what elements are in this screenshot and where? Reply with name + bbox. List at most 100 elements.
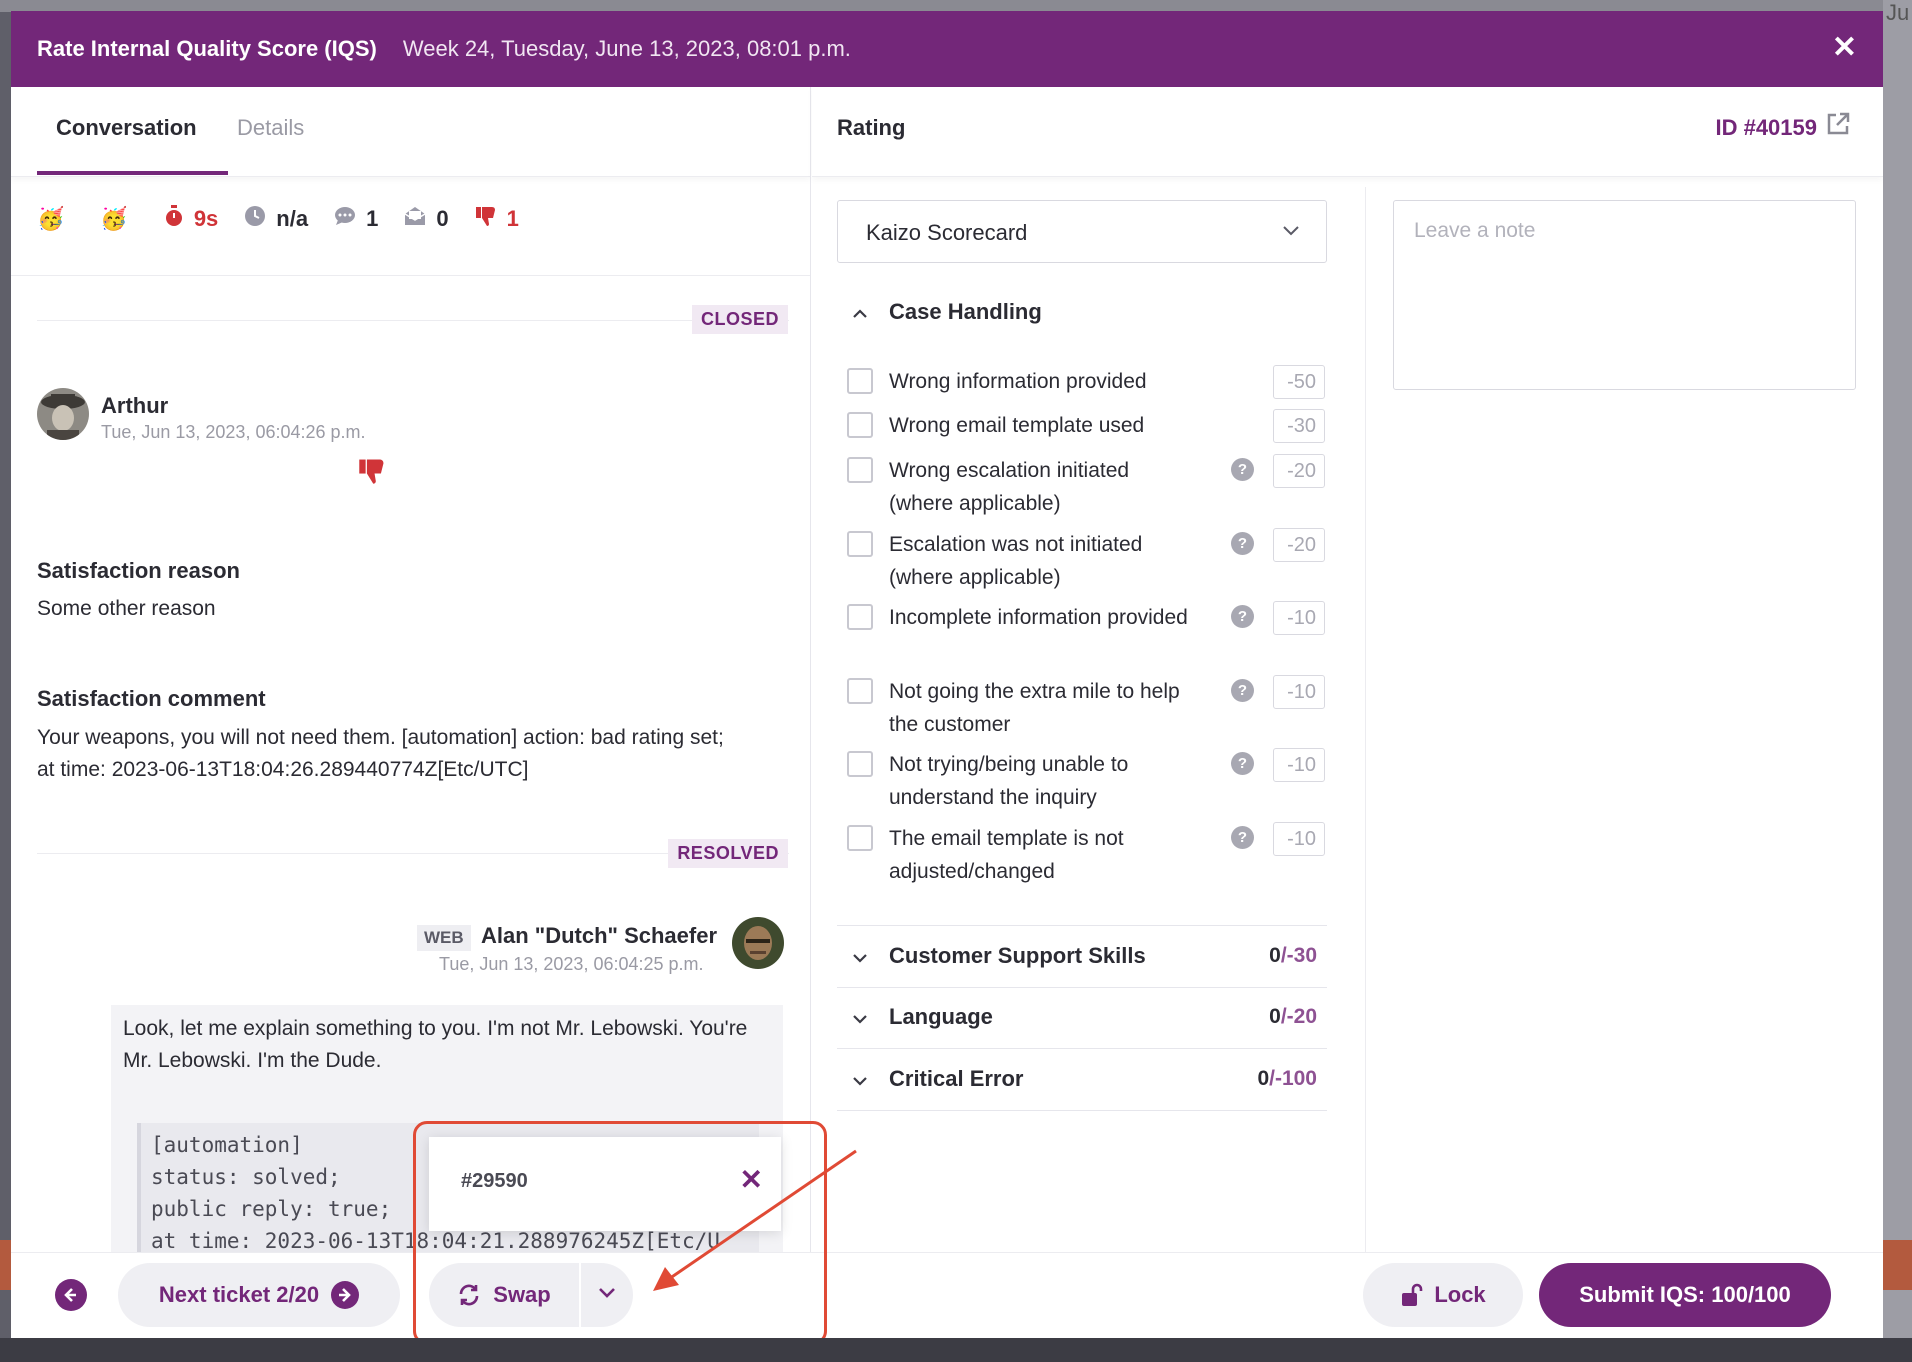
unlock-icon (1400, 1283, 1424, 1307)
category-score: 0/-100 (1257, 1067, 1317, 1091)
stopwatch-icon (164, 205, 184, 233)
category-critical-error[interactable]: Critical Error 0/-100 (837, 1050, 1327, 1110)
stat-comments: 1 (334, 206, 378, 232)
message-text: Look, let me explain something to you. I… (123, 1017, 748, 1072)
category-case-handling[interactable]: Case Handling (837, 283, 1327, 343)
close-icon[interactable]: ✕ (740, 1163, 763, 1196)
tab-details[interactable]: Details (237, 115, 304, 141)
modal-title: Rate Internal Quality Score (IQS) (37, 36, 377, 61)
category-customer-support-skills[interactable]: Customer Support Skills 0/-30 (837, 927, 1327, 987)
swap-ticket-id[interactable]: #29590 (461, 1170, 528, 1193)
thumbs-down-icon (475, 205, 497, 233)
category-score: 0/-30 (1269, 944, 1317, 968)
modal-header: Rate Internal Quality Score (IQS) Week 2… (11, 11, 1883, 87)
category-label: Customer Support Skills (889, 943, 1146, 968)
chevron-down-icon (596, 1281, 618, 1309)
scorecard-select[interactable]: Kaizo Scorecard (837, 200, 1327, 263)
note-input[interactable] (1393, 200, 1856, 390)
satisfaction-comment-title: Satisfaction comment (37, 686, 266, 711)
chevron-down-icon (851, 1010, 869, 1028)
status-badge-resolved: RESOLVED (668, 839, 788, 868)
criterion-checkbox[interactable] (847, 825, 873, 851)
chevron-down-icon (851, 949, 869, 967)
avatar-arthur (37, 388, 89, 440)
stat-thumbs-down: 1 (475, 205, 519, 233)
divider (837, 1110, 1327, 1111)
criterion-points: -50 (1273, 365, 1325, 399)
category-language[interactable]: Language 0/-20 (837, 988, 1327, 1048)
stat-emoji: 🥳 (37, 206, 74, 232)
satisfaction-comment-text: Your weapons, you will not need them. [a… (37, 726, 724, 781)
status-badge-closed: CLOSED (691, 305, 788, 334)
stat-clock: n/a (244, 205, 308, 233)
category-score-value: 0 (1269, 1005, 1281, 1028)
lock-label: Lock (1434, 1282, 1486, 1307)
criterion-checkbox[interactable] (847, 531, 873, 557)
category-score-value: 0 (1269, 944, 1281, 967)
conversation-panel: Conversation Details 🥳 🥳 9s n/a 1 0 1 CL… (11, 87, 811, 1252)
help-icon[interactable]: ? (1231, 679, 1254, 702)
stat-time-value: 9s (193, 206, 219, 231)
criterion-label: Wrong email template used (889, 414, 1145, 437)
avatar-schaefer (732, 917, 784, 969)
swap-dropdown-button[interactable] (581, 1263, 633, 1327)
criterion-checkbox[interactable] (847, 457, 873, 483)
category-score-max: /-100 (1269, 1067, 1317, 1090)
criterion-checkbox[interactable] (847, 604, 873, 630)
submit-iqs-button[interactable]: Submit IQS: 100/100 (1539, 1263, 1831, 1327)
tab-bar: Conversation Details (11, 87, 810, 177)
category-label: Critical Error (889, 1066, 1024, 1091)
background-accent (0, 1240, 11, 1290)
criterion-points: -10 (1273, 601, 1325, 635)
category-label: Case Handling (889, 299, 1042, 324)
lock-button[interactable]: Lock (1363, 1263, 1523, 1327)
swap-ticket-popover: #29590 ✕ (429, 1137, 781, 1231)
arrow-right-circle-icon (331, 1281, 360, 1309)
thumbs-down-icon (357, 457, 387, 492)
channel-tag: WEB (417, 925, 471, 951)
criterion-checkbox[interactable] (847, 368, 873, 394)
scorecard-value: Kaizo Scorecard (866, 220, 1028, 245)
rating-panel: Rating ID #40159 Kaizo Scorecard Case Ha… (812, 87, 1883, 1252)
rating-title: Rating (837, 115, 906, 140)
close-icon[interactable]: ✕ (1832, 33, 1857, 63)
criterion-label: Not trying/being unable to understand th… (889, 753, 1129, 809)
category-score: 0/-20 (1269, 1005, 1317, 1029)
tab-conversation[interactable]: Conversation (56, 115, 197, 141)
divider (1365, 187, 1366, 1252)
criterion-label: Not going the extra mile to help the cus… (889, 680, 1180, 736)
help-icon[interactable]: ? (1231, 752, 1254, 775)
party-face-icon: 🥳 (37, 206, 65, 231)
next-ticket-button[interactable]: Next ticket 2/20 (118, 1263, 400, 1327)
help-icon[interactable]: ? (1231, 532, 1254, 555)
active-tab-indicator (37, 171, 228, 175)
category-score-value: 0 (1257, 1067, 1270, 1090)
help-icon[interactable]: ? (1231, 826, 1254, 849)
modal-footer: Next ticket 2/20 Swap Lock Submit IQS: 1… (11, 1252, 1883, 1338)
criterion-points: -10 (1273, 675, 1325, 709)
swap-button[interactable]: Swap (429, 1263, 579, 1327)
previous-ticket-button[interactable] (55, 1279, 87, 1311)
background-text: Ju (1886, 0, 1910, 25)
criterion-checkbox[interactable] (847, 751, 873, 777)
external-link-icon[interactable] (1825, 111, 1855, 141)
ticket-stats: 🥳 🥳 9s n/a 1 0 1 (37, 199, 545, 239)
criterion-checkbox[interactable] (847, 678, 873, 704)
author-name: Arthur (101, 393, 169, 418)
mail-open-icon (404, 206, 426, 232)
help-icon[interactable]: ? (1231, 458, 1254, 481)
modal-date: Week 24, Tuesday, June 13, 2023, 08:01 p… (402, 36, 851, 61)
rating-header: Rating ID #40159 (812, 87, 1883, 177)
submit-label: Submit IQS: 100/100 (1579, 1282, 1791, 1307)
stat-clock-value: n/a (276, 206, 309, 231)
conversation-id: ID #40159 (1715, 115, 1817, 140)
chevron-down-icon (1280, 219, 1302, 241)
criterion-label: Incomplete information provided (889, 606, 1188, 629)
criterion-checkbox[interactable] (847, 412, 873, 438)
help-icon[interactable]: ? (1231, 605, 1254, 628)
stat-comments-value: 1 (366, 206, 379, 231)
background-footer (0, 1338, 1912, 1362)
stat-emoji: 🥳 (100, 206, 137, 232)
background-accent (1883, 1240, 1912, 1290)
stat-response-time: 9s (164, 205, 218, 233)
